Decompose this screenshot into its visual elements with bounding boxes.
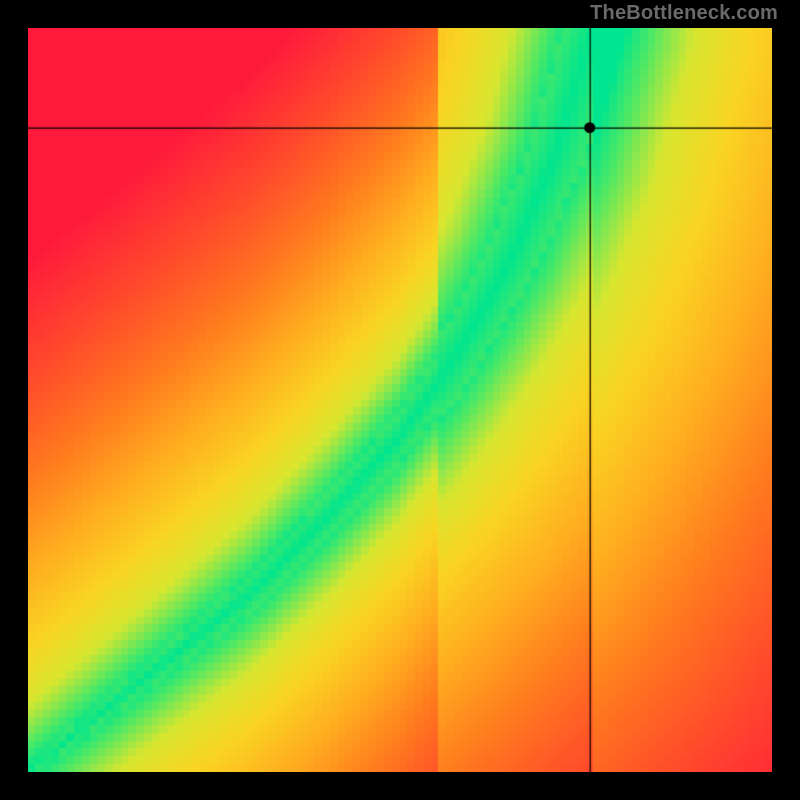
attribution-text: TheBottleneck.com [590, 2, 778, 25]
bottleneck-heatmap [28, 28, 772, 772]
chart-container: TheBottleneck.com [0, 0, 800, 800]
